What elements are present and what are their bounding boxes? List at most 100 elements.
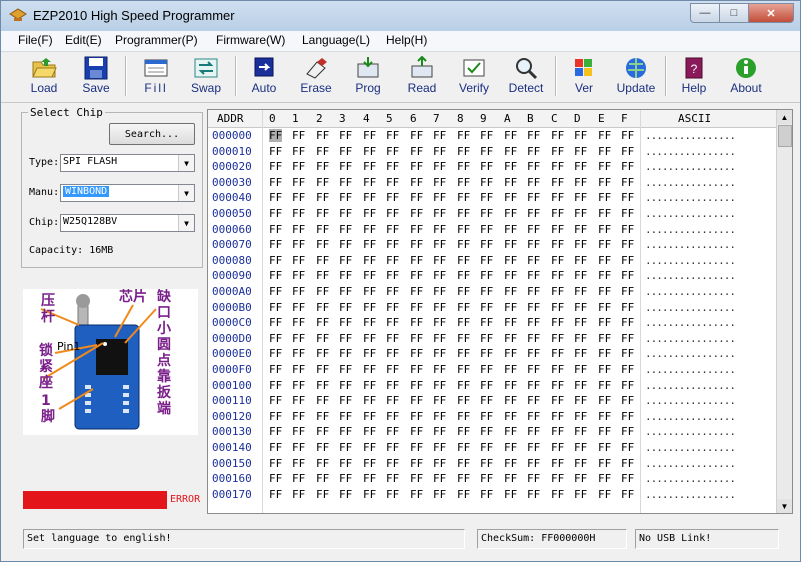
hex-cell[interactable]: FF: [480, 347, 493, 360]
table-row[interactable]: 000150 FF FF FF FF FF FF FF FF FF FF FF FF FF FF FF FF..…: [208, 456, 776, 472]
hex-cell[interactable]: FF: [621, 332, 634, 345]
hex-cell[interactable]: FF: [269, 488, 282, 501]
hex-cell[interactable]: FF: [574, 129, 587, 142]
hex-cell[interactable]: FF: [292, 207, 305, 220]
hex-cell[interactable]: FF: [339, 223, 352, 236]
hex-cell[interactable]: FF: [292, 129, 305, 142]
table-row[interactable]: 0000C0 FF FF FF FF FF FF FF FF FF FF FF FF FF FF FF FF..…: [208, 315, 776, 331]
scroll-down-icon[interactable]: ▼: [777, 499, 792, 513]
hex-cell[interactable]: FF: [386, 129, 399, 142]
hex-cell[interactable]: FF: [292, 347, 305, 360]
hex-cell[interactable]: FF: [598, 441, 611, 454]
load-button[interactable]: Load: [21, 54, 67, 100]
hex-cell[interactable]: FF: [457, 160, 470, 173]
hex-cell[interactable]: FF: [574, 316, 587, 329]
hex-cell[interactable]: FF: [363, 410, 376, 423]
hex-cell[interactable]: FF: [410, 425, 423, 438]
hex-cell[interactable]: FF: [574, 176, 587, 189]
hex-cell[interactable]: FF: [292, 254, 305, 267]
scroll-up-icon[interactable]: ▲: [777, 110, 792, 124]
hex-cell[interactable]: FF: [292, 160, 305, 173]
hex-cell[interactable]: FF: [316, 410, 329, 423]
hex-cell[interactable]: FF: [433, 441, 446, 454]
hex-cell[interactable]: FF: [574, 347, 587, 360]
hex-cell[interactable]: FF: [410, 332, 423, 345]
menu-firmware[interactable]: Firmware(W): [216, 33, 285, 47]
hex-cell[interactable]: FF: [410, 301, 423, 314]
hex-cell[interactable]: FF: [457, 488, 470, 501]
hex-cell[interactable]: FF: [621, 425, 634, 438]
hex-cell[interactable]: FF: [504, 488, 517, 501]
hex-cell[interactable]: FF: [269, 441, 282, 454]
hex-cell[interactable]: FF: [269, 410, 282, 423]
hex-cell[interactable]: FF: [292, 472, 305, 485]
table-row[interactable]: 000010 FF FF FF FF FF FF FF FF FF FF FF FF FF FF FF FF..…: [208, 144, 776, 160]
hex-cell[interactable]: FF: [480, 238, 493, 251]
hex-cell[interactable]: FF: [574, 207, 587, 220]
hex-cell[interactable]: FF: [410, 472, 423, 485]
hex-cell[interactable]: FF: [574, 457, 587, 470]
hex-cell[interactable]: FF: [339, 176, 352, 189]
hex-cell[interactable]: FF: [621, 191, 634, 204]
auto-button[interactable]: Auto: [241, 54, 287, 100]
hex-cell[interactable]: FF: [316, 207, 329, 220]
hex-cell[interactable]: FF: [269, 238, 282, 251]
hex-cell[interactable]: FF: [269, 347, 282, 360]
erase-button[interactable]: Erase: [293, 54, 339, 100]
hex-cell[interactable]: FF: [269, 425, 282, 438]
hex-cell[interactable]: FF: [363, 394, 376, 407]
hex-cell[interactable]: FF: [598, 254, 611, 267]
hex-cell[interactable]: FF: [292, 363, 305, 376]
hex-cell[interactable]: FF: [480, 145, 493, 158]
hex-cell[interactable]: FF: [363, 472, 376, 485]
hex-cell[interactable]: FF: [480, 457, 493, 470]
hex-cell[interactable]: FF: [574, 488, 587, 501]
hex-cell[interactable]: FF: [457, 223, 470, 236]
hex-cell[interactable]: FF: [339, 425, 352, 438]
hex-cell[interactable]: FF: [457, 285, 470, 298]
hex-cell[interactable]: FF: [480, 410, 493, 423]
hex-cell[interactable]: FF: [433, 301, 446, 314]
hex-cell[interactable]: FF: [363, 207, 376, 220]
hex-cell[interactable]: FF: [386, 316, 399, 329]
hex-cell[interactable]: FF: [457, 301, 470, 314]
hex-cell[interactable]: FF: [363, 145, 376, 158]
hex-cell[interactable]: FF: [269, 223, 282, 236]
hex-cell[interactable]: FF: [410, 254, 423, 267]
hex-cell[interactable]: FF: [292, 269, 305, 282]
scroll-thumb[interactable]: [778, 125, 792, 147]
hex-cell[interactable]: FF: [339, 316, 352, 329]
hex-cell[interactable]: FF: [433, 347, 446, 360]
hex-cell[interactable]: FF: [339, 301, 352, 314]
hex-cell[interactable]: FF: [339, 269, 352, 282]
hex-cell[interactable]: FF: [598, 301, 611, 314]
hex-cell[interactable]: FF: [598, 410, 611, 423]
hex-cell[interactable]: FF: [621, 285, 634, 298]
hex-cell[interactable]: FF: [292, 488, 305, 501]
hex-cell[interactable]: FF: [574, 285, 587, 298]
hex-cell[interactable]: FF: [480, 472, 493, 485]
hex-cell[interactable]: FF: [316, 316, 329, 329]
hex-cell[interactable]: FF: [410, 441, 423, 454]
hex-cell[interactable]: FF: [551, 129, 564, 142]
hex-cell[interactable]: FF: [598, 363, 611, 376]
hex-cell[interactable]: FF: [527, 176, 540, 189]
hex-cell[interactable]: FF: [480, 316, 493, 329]
hex-cell[interactable]: FF: [457, 394, 470, 407]
hex-cell[interactable]: FF: [410, 145, 423, 158]
hex-cell[interactable]: FF: [269, 254, 282, 267]
hex-cell[interactable]: FF: [504, 301, 517, 314]
hex-cell[interactable]: FF: [527, 363, 540, 376]
hex-cell[interactable]: FF: [316, 301, 329, 314]
hex-cell[interactable]: FF: [339, 441, 352, 454]
hex-cell[interactable]: FF: [480, 160, 493, 173]
hex-cell[interactable]: FF: [551, 145, 564, 158]
table-row[interactable]: 000060 FF FF FF FF FF FF FF FF FF FF FF FF FF FF FF FF..…: [208, 222, 776, 238]
hex-cell[interactable]: FF: [292, 332, 305, 345]
hex-cell[interactable]: FF: [480, 441, 493, 454]
hex-cell[interactable]: FF: [339, 394, 352, 407]
hex-cell[interactable]: FF: [269, 379, 282, 392]
hex-cell[interactable]: FF: [527, 379, 540, 392]
hex-cell[interactable]: FF: [457, 316, 470, 329]
hex-cell[interactable]: FF: [504, 191, 517, 204]
